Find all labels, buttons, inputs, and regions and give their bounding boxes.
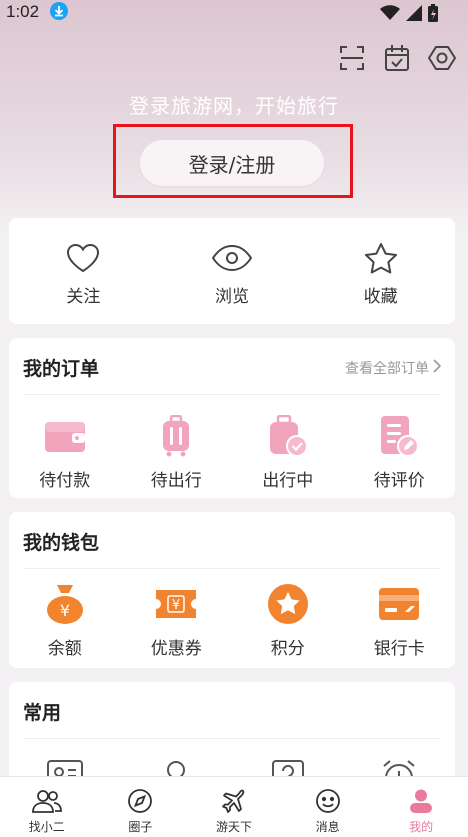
nav-find-helper[interactable]: 找小二 <box>0 777 94 837</box>
status-time: 1:02 <box>6 2 40 21</box>
suitcase-check-icon <box>243 414 333 458</box>
luggage-icon <box>131 414 221 458</box>
eye-icon <box>192 240 272 276</box>
nav-circle-label: 圈子 <box>128 820 153 834</box>
collect-label: 收藏 <box>363 287 398 307</box>
nav-travel-world-label: 游天下 <box>215 820 252 834</box>
orders-title: 我的订单 <box>23 358 100 380</box>
svg-text:¥: ¥ <box>172 598 180 613</box>
bank-card-icon <box>354 582 444 626</box>
wifi-icon <box>380 5 400 25</box>
calendar-check-icon[interactable] <box>383 44 411 72</box>
orders-card: 我的订单 查看全部订单 待付款 待出行 出行中 待评价 <box>9 338 455 498</box>
pending-travel-item[interactable]: 待出行 <box>131 414 221 491</box>
pending-review-item[interactable]: 待评价 <box>354 414 444 491</box>
nav-messages-label: 消息 <box>315 820 340 834</box>
wallet-divider <box>23 568 441 569</box>
points-icon <box>243 582 333 626</box>
pending-review-label: 待评价 <box>373 471 425 491</box>
coupon-label: 优惠券 <box>150 639 202 659</box>
bank-card-label: 银行卡 <box>373 639 425 659</box>
nav-messages[interactable]: 消息 <box>281 777 375 837</box>
heart-icon <box>43 240 123 276</box>
login-register-button[interactable]: 登录/注册 <box>140 140 324 186</box>
chevron-right-icon <box>433 359 442 377</box>
wallet-title: 我的钱包 <box>23 532 100 554</box>
balance-label: 余额 <box>47 639 82 659</box>
coupon-icon: ¥ <box>131 582 221 626</box>
bottom-nav: 找小二 圈子 游天下 消息 我的 <box>0 776 468 837</box>
nav-circle[interactable]: 圈子 <box>94 777 188 837</box>
points-item[interactable]: 积分 <box>243 582 333 659</box>
pending-payment-item[interactable]: 待付款 <box>20 414 110 491</box>
review-icon <box>354 414 444 458</box>
coupon-item[interactable]: ¥ 优惠券 <box>131 582 221 659</box>
plane-icon <box>187 787 281 815</box>
user-icon <box>374 787 468 815</box>
download-icon <box>50 2 68 20</box>
traveling-item[interactable]: 出行中 <box>243 414 333 491</box>
common-title: 常用 <box>23 702 62 724</box>
money-bag-icon: ¥ <box>20 582 110 626</box>
orders-divider <box>23 394 441 395</box>
signal-icon <box>406 5 422 25</box>
browse-item[interactable]: 浏览 <box>192 240 272 307</box>
view-all-orders-link[interactable]: 查看全部订单 <box>345 358 442 378</box>
common-divider <box>23 738 441 739</box>
scan-icon[interactable] <box>338 44 366 72</box>
follow-item[interactable]: 关注 <box>43 240 123 307</box>
points-label: 积分 <box>270 639 305 659</box>
pending-payment-label: 待付款 <box>39 471 91 491</box>
wallet-card: 我的钱包 ¥ 余额 ¥ 优惠券 积分 银行卡 <box>9 512 455 668</box>
star-icon <box>341 240 421 276</box>
pending-travel-label: 待出行 <box>150 471 202 491</box>
smile-icon <box>281 787 375 815</box>
nav-find-helper-label: 找小二 <box>28 820 65 834</box>
compass-icon <box>94 787 188 815</box>
traveling-label: 出行中 <box>262 471 314 491</box>
favorites-card: 关注 浏览 收藏 <box>9 218 455 324</box>
people-icon <box>0 787 94 815</box>
browse-label: 浏览 <box>214 287 249 307</box>
settings-icon[interactable] <box>428 44 456 72</box>
svg-text:¥: ¥ <box>60 601 70 620</box>
collect-item[interactable]: 收藏 <box>341 240 421 307</box>
login-prompt: 登录旅游网，开始旅行 <box>129 94 339 118</box>
status-bar: 1:02 <box>0 0 468 24</box>
nav-mine-label: 我的 <box>409 820 434 834</box>
nav-travel-world[interactable]: 游天下 <box>187 777 281 837</box>
bank-card-item[interactable]: 银行卡 <box>354 582 444 659</box>
view-all-orders-label: 查看全部订单 <box>345 361 429 377</box>
follow-label: 关注 <box>66 287 101 307</box>
battery-icon <box>428 4 438 26</box>
top-actions <box>338 44 456 72</box>
balance-item[interactable]: ¥ 余额 <box>20 582 110 659</box>
nav-mine[interactable]: 我的 <box>374 777 468 837</box>
wallet-icon <box>20 414 110 458</box>
